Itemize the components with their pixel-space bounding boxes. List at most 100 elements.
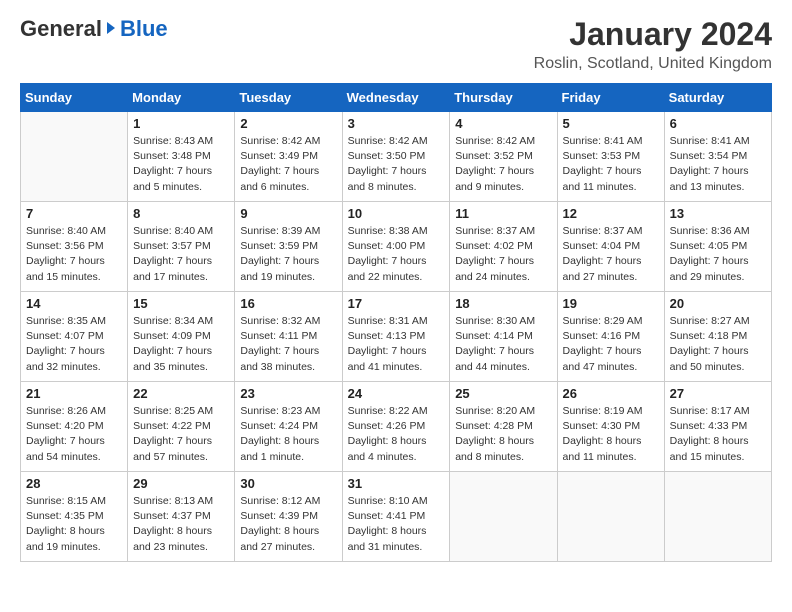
title-area: January 2024 Roslin, Scotland, United Ki… [534, 16, 772, 73]
calendar-header-row: SundayMondayTuesdayWednesdayThursdayFrid… [21, 84, 772, 112]
calendar-cell: 21 Sunrise: 8:26 AMSunset: 4:20 PMDayligh… [21, 382, 128, 472]
day-number: 1 [133, 116, 229, 131]
calendar-week-row: 21 Sunrise: 8:26 AMSunset: 4:20 PMDayligh… [21, 382, 772, 472]
day-number: 10 [348, 206, 445, 221]
day-number: 28 [26, 476, 122, 491]
calendar-cell: 24Sunrise: 8:22 AMSunset: 4:26 PMDayligh… [342, 382, 450, 472]
day-info: Sunrise: 8:41 AMSunset: 3:53 PMDaylight:… [563, 134, 659, 195]
day-number: 18 [455, 296, 551, 311]
day-number: 6 [670, 116, 766, 131]
day-info: Sunrise: 8:40 AMSunset: 3:56 PMDaylight:… [26, 224, 122, 285]
calendar-week-row: 7 Sunrise: 8:40 AMSunset: 3:56 PMDaylight… [21, 202, 772, 292]
day-of-week-header: Saturday [664, 84, 771, 112]
day-info: Sunrise: 8:17 AMSunset: 4:33 PMDaylight:… [670, 404, 766, 465]
day-number: 5 [563, 116, 659, 131]
calendar-cell: 23Sunrise: 8:23 AMSunset: 4:24 PMDayligh… [235, 382, 342, 472]
day-info: Sunrise: 8:15 AMSunset: 4:35 PMDaylight:… [26, 494, 122, 555]
calendar-cell: 20 Sunrise: 8:27 AMSunset: 4:18 PMDayligh… [664, 292, 771, 382]
day-info: Sunrise: 8:25 AMSunset: 4:22 PMDaylight:… [133, 404, 229, 465]
day-number: 19 [563, 296, 659, 311]
day-number: 14 [26, 296, 122, 311]
calendar-cell: 17 Sunrise: 8:31 AMSunset: 4:13 PMDayligh… [342, 292, 450, 382]
calendar-cell: 5 Sunrise: 8:41 AMSunset: 3:53 PMDaylight… [557, 112, 664, 202]
calendar-cell: 27 Sunrise: 8:17 AMSunset: 4:33 PMDayligh… [664, 382, 771, 472]
logo-general-text: General [20, 16, 102, 42]
day-number: 27 [670, 386, 766, 401]
calendar-cell: 22 Sunrise: 8:25 AMSunset: 4:22 PMDayligh… [128, 382, 235, 472]
calendar-cell: 18 Sunrise: 8:30 AMSunset: 4:14 PMDayligh… [450, 292, 557, 382]
calendar-cell: 3Sunrise: 8:42 AMSunset: 3:50 PMDaylight… [342, 112, 450, 202]
header: General Blue January 2024 Roslin, Scotla… [20, 16, 772, 73]
day-number: 11 [455, 206, 551, 221]
day-number: 3 [348, 116, 445, 131]
logo: General Blue [20, 16, 168, 42]
day-info: Sunrise: 8:12 AMSunset: 4:39 PMDaylight:… [240, 494, 336, 555]
day-info: Sunrise: 8:43 AMSunset: 3:48 PMDaylight:… [133, 134, 229, 195]
calendar-cell [450, 472, 557, 562]
day-info: Sunrise: 8:26 AMSunset: 4:20 PMDaylight:… [26, 404, 122, 465]
day-number: 31 [348, 476, 445, 491]
day-info: Sunrise: 8:29 AMSunset: 4:16 PMDaylight:… [563, 314, 659, 375]
calendar-cell: 8 Sunrise: 8:40 AMSunset: 3:57 PMDaylight… [128, 202, 235, 292]
calendar-cell: 9Sunrise: 8:39 AMSunset: 3:59 PMDaylight… [235, 202, 342, 292]
day-info: Sunrise: 8:42 AMSunset: 3:52 PMDaylight:… [455, 134, 551, 195]
day-number: 21 [26, 386, 122, 401]
day-number: 8 [133, 206, 229, 221]
calendar-cell [557, 472, 664, 562]
day-info: Sunrise: 8:32 AMSunset: 4:11 PMDaylight:… [240, 314, 336, 375]
calendar-cell: 11 Sunrise: 8:37 AMSunset: 4:02 PMDayligh… [450, 202, 557, 292]
calendar-cell: 30 Sunrise: 8:12 AMSunset: 4:39 PMDayligh… [235, 472, 342, 562]
day-info: Sunrise: 8:36 AMSunset: 4:05 PMDaylight:… [670, 224, 766, 285]
calendar-cell: 15Sunrise: 8:34 AMSunset: 4:09 PMDayligh… [128, 292, 235, 382]
calendar-week-row: 1 Sunrise: 8:43 AMSunset: 3:48 PMDaylight… [21, 112, 772, 202]
calendar-cell: 7 Sunrise: 8:40 AMSunset: 3:56 PMDaylight… [21, 202, 128, 292]
day-info: Sunrise: 8:37 AMSunset: 4:02 PMDaylight:… [455, 224, 551, 285]
day-number: 12 [563, 206, 659, 221]
day-number: 17 [348, 296, 445, 311]
day-number: 4 [455, 116, 551, 131]
day-info: Sunrise: 8:37 AMSunset: 4:04 PMDaylight:… [563, 224, 659, 285]
day-number: 26 [563, 386, 659, 401]
calendar-cell [664, 472, 771, 562]
calendar-week-row: 28 Sunrise: 8:15 AMSunset: 4:35 PMDayligh… [21, 472, 772, 562]
day-number: 22 [133, 386, 229, 401]
calendar-cell: 10 Sunrise: 8:38 AMSunset: 4:00 PMDayligh… [342, 202, 450, 292]
day-info: Sunrise: 8:31 AMSunset: 4:13 PMDaylight:… [348, 314, 445, 375]
calendar-cell: 29Sunrise: 8:13 AMSunset: 4:37 PMDayligh… [128, 472, 235, 562]
day-number: 30 [240, 476, 336, 491]
day-info: Sunrise: 8:34 AMSunset: 4:09 PMDaylight:… [133, 314, 229, 375]
day-number: 25 [455, 386, 551, 401]
calendar-cell: 14Sunrise: 8:35 AMSunset: 4:07 PMDayligh… [21, 292, 128, 382]
calendar-cell: 6 Sunrise: 8:41 AMSunset: 3:54 PMDaylight… [664, 112, 771, 202]
day-number: 2 [240, 116, 336, 131]
day-info: Sunrise: 8:41 AMSunset: 3:54 PMDaylight:… [670, 134, 766, 195]
month-title: January 2024 [534, 16, 772, 53]
logo-arrow-icon [103, 16, 119, 42]
day-info: Sunrise: 8:27 AMSunset: 4:18 PMDaylight:… [670, 314, 766, 375]
day-number: 9 [240, 206, 336, 221]
day-number: 16 [240, 296, 336, 311]
day-number: 20 [670, 296, 766, 311]
day-of-week-header: Sunday [21, 84, 128, 112]
day-info: Sunrise: 8:20 AMSunset: 4:28 PMDaylight:… [455, 404, 551, 465]
day-info: Sunrise: 8:13 AMSunset: 4:37 PMDaylight:… [133, 494, 229, 555]
calendar-cell: 13Sunrise: 8:36 AMSunset: 4:05 PMDayligh… [664, 202, 771, 292]
day-number: 7 [26, 206, 122, 221]
day-of-week-header: Monday [128, 84, 235, 112]
logo-blue-text: Blue [120, 16, 168, 42]
day-number: 23 [240, 386, 336, 401]
calendar-cell: 12 Sunrise: 8:37 AMSunset: 4:04 PMDayligh… [557, 202, 664, 292]
day-info: Sunrise: 8:30 AMSunset: 4:14 PMDaylight:… [455, 314, 551, 375]
day-info: Sunrise: 8:42 AMSunset: 3:49 PMDaylight:… [240, 134, 336, 195]
location: Roslin, Scotland, United Kingdom [534, 55, 772, 73]
day-info: Sunrise: 8:19 AMSunset: 4:30 PMDaylight:… [563, 404, 659, 465]
calendar-cell: 1 Sunrise: 8:43 AMSunset: 3:48 PMDaylight… [128, 112, 235, 202]
day-info: Sunrise: 8:10 AMSunset: 4:41 PMDaylight:… [348, 494, 445, 555]
day-info: Sunrise: 8:40 AMSunset: 3:57 PMDaylight:… [133, 224, 229, 285]
calendar-week-row: 14Sunrise: 8:35 AMSunset: 4:07 PMDayligh… [21, 292, 772, 382]
day-info: Sunrise: 8:22 AMSunset: 4:26 PMDaylight:… [348, 404, 445, 465]
calendar-cell: 2 Sunrise: 8:42 AMSunset: 3:49 PMDaylight… [235, 112, 342, 202]
calendar-cell: 25 Sunrise: 8:20 AMSunset: 4:28 PMDayligh… [450, 382, 557, 472]
day-info: Sunrise: 8:38 AMSunset: 4:00 PMDaylight:… [348, 224, 445, 285]
day-of-week-header: Wednesday [342, 84, 450, 112]
